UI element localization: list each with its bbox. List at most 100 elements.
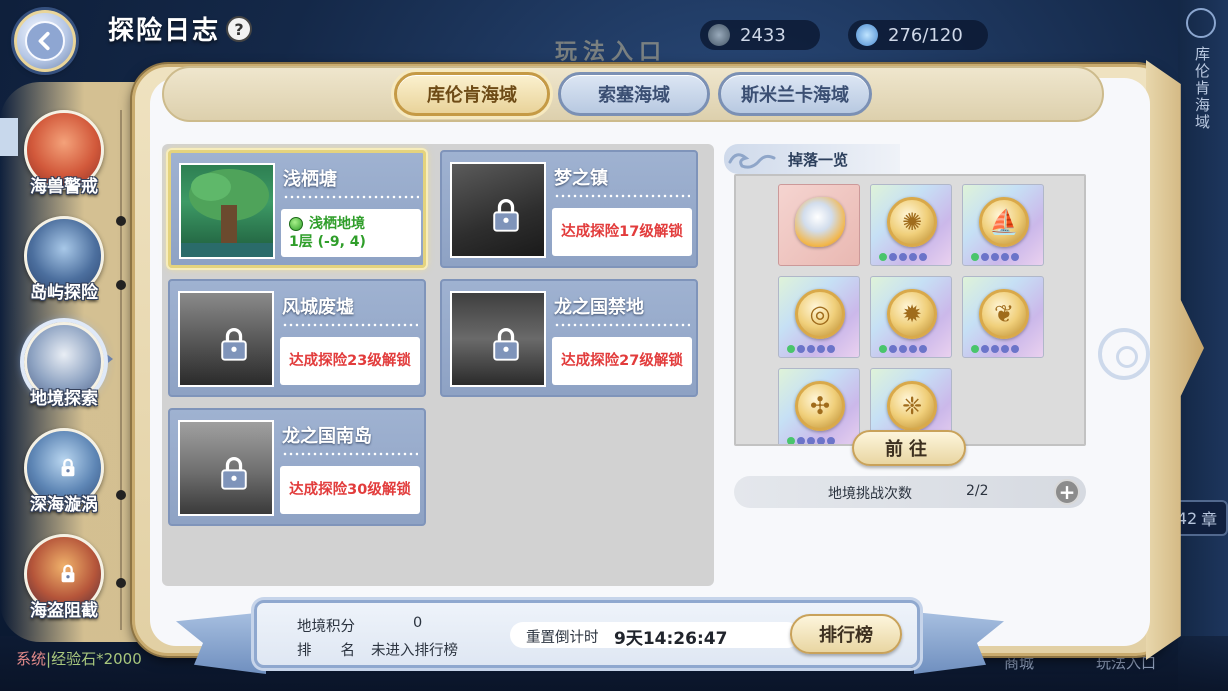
lock-icon — [493, 199, 519, 232]
sidebar-dot — [116, 216, 126, 226]
sidebar-dot — [116, 578, 126, 588]
current-location-icon — [289, 217, 303, 231]
golden-orb-icon — [795, 197, 845, 247]
rank-value: 未进入排行榜 — [371, 643, 458, 659]
lock-icon — [221, 328, 247, 361]
sidebar-edge-marker — [0, 118, 18, 156]
lock-icon — [221, 457, 247, 490]
sidebar-item-label: 岛屿探险 — [30, 283, 98, 303]
map-thumbnail — [178, 291, 274, 387]
forest-tree-icon — [181, 169, 273, 257]
map-card-fengchengfeixu[interactable]: 风城废墟 达成探险23级解锁 — [168, 279, 426, 397]
drops-header: 掉落一览 — [724, 144, 900, 174]
map-thumbnail — [178, 420, 274, 516]
drops-grid: ✺ ⛵ ◎ ✹ ❦ ✣ ❈ — [734, 174, 1086, 446]
reset-label: 重置倒计时 — [526, 630, 599, 646]
lock-icon — [61, 458, 75, 477]
page-title: 探险日志 — [108, 16, 221, 46]
sidebar-item-label: 深海漩涡 — [30, 495, 98, 515]
compass-icon[interactable] — [1186, 8, 1216, 38]
unlock-requirement: 达成探险23级解锁 — [280, 337, 420, 385]
drop-item-cross-coin[interactable]: ✣ — [778, 368, 860, 444]
map-thumbnail — [179, 163, 275, 259]
score-label: 地境积分 — [297, 619, 355, 635]
chat-line[interactable]: 系统|经验石*2000 — [16, 648, 142, 669]
rarity-pips — [971, 253, 1019, 261]
divider — [554, 323, 690, 327]
tab-suosai-sea[interactable]: 索塞海域 — [558, 72, 710, 116]
divider — [282, 452, 418, 456]
rarity-pips — [787, 345, 835, 353]
drop-item-beast-coin[interactable]: ✹ — [870, 276, 952, 358]
sidebar-item-island[interactable]: 岛屿探险 — [18, 216, 110, 316]
rarity-pips — [879, 253, 927, 261]
energy-resource[interactable]: 276/120 — [848, 20, 988, 50]
sidebar-track — [120, 110, 122, 630]
map-name: 梦之镇 — [554, 168, 608, 189]
map-card-qianqitang[interactable]: 浅栖塘 浅栖地境 1层 (-9, 4) — [168, 150, 426, 268]
challenge-value: 2/2 — [966, 483, 989, 499]
back-button[interactable] — [14, 10, 76, 72]
energy-icon — [856, 24, 878, 46]
map-card-longzhiguonandao[interactable]: 龙之国南岛 达成探险30级解锁 — [168, 408, 426, 526]
help-button[interactable]: ? — [226, 16, 252, 42]
drop-item-golden-orb[interactable] — [778, 184, 860, 266]
crest-coin-icon: ❦ — [979, 289, 1029, 339]
drop-item-crest-coin[interactable]: ❦ — [962, 276, 1044, 358]
map-name: 风城废墟 — [282, 297, 354, 318]
helm-icon — [1098, 328, 1150, 380]
lock-icon — [493, 328, 519, 361]
gold-resource[interactable]: 2433 — [700, 20, 820, 50]
chat-prefix: 系统 — [16, 650, 47, 668]
map-thumbnail — [450, 162, 546, 258]
map-card-mengzhizhen[interactable]: 梦之镇 达成探险17级解锁 — [440, 150, 698, 268]
map-position: 1层 (-9, 4) — [289, 234, 366, 250]
map-thumbnail — [450, 291, 546, 387]
map-card-longzhiguojindi[interactable]: 龙之国禁地 达成探险27级解锁 — [440, 279, 698, 397]
sidebar-dot — [116, 490, 126, 500]
leaderboard-button[interactable]: 排行榜 — [790, 614, 902, 654]
rarity-pips — [787, 437, 835, 444]
unlock-requirement: 达成探险27级解锁 — [552, 337, 692, 385]
right-rail-label: 库伦肯海域 — [1193, 46, 1211, 131]
goto-button[interactable]: 前往 — [852, 430, 966, 466]
sidebar-item-sea-beast[interactable]: 海兽警戒 — [18, 110, 110, 210]
unlock-requirement: 达成探险17级解锁 — [552, 208, 692, 256]
drop-item-ship-coin[interactable]: ⛵ — [962, 184, 1044, 266]
map-name: 龙之国禁地 — [554, 297, 644, 318]
reset-countdown: 重置倒计时 9天14:26:47 — [510, 622, 800, 649]
map-current-info: 浅栖地境 1层 (-9, 4) — [281, 209, 421, 257]
lock-icon — [61, 564, 75, 583]
sidebar-item-pirate[interactable]: 海盗阻截 — [18, 534, 110, 634]
sidebar-item-whirlpool[interactable]: 深海漩涡 — [18, 428, 110, 528]
wave-swirl-icon — [728, 153, 776, 169]
back-arrow-icon — [25, 21, 65, 61]
drop-item-swirl-coin[interactable]: ◎ — [778, 276, 860, 358]
beast-coin-icon: ✹ — [887, 289, 937, 339]
ship-coin-icon: ⛵ — [979, 197, 1029, 247]
coin-icon — [708, 24, 730, 46]
swirl-coin-icon: ◎ — [795, 289, 845, 339]
sidebar-item-label: 地境探索 — [30, 389, 98, 409]
sidebar-item-terrain[interactable]: 地境探索 — [18, 322, 110, 422]
energy-amount: 276/120 — [888, 24, 963, 46]
drops-title: 掉落一览 — [788, 151, 849, 169]
cross-coin-icon: ✣ — [795, 381, 845, 431]
tab-similanka-sea[interactable]: 斯米兰卡海域 — [718, 72, 872, 116]
score-value: 0 — [413, 615, 423, 631]
add-challenge-button[interactable]: + — [1054, 479, 1080, 505]
sidebar-item-label: 海兽警戒 — [30, 177, 98, 197]
sidebar-item-label: 海盗阻截 — [30, 601, 98, 621]
challenge-label: 地境挑战次数 — [828, 486, 912, 502]
map-name: 浅栖塘 — [283, 169, 337, 190]
rune-coin-icon: ❈ — [887, 381, 937, 431]
map-area-name: 浅栖地境 — [309, 216, 365, 232]
tab-kulunken-sea[interactable]: 库伦肯海域 — [394, 72, 550, 116]
map-name: 龙之国南岛 — [282, 426, 372, 447]
chapter-suffix: 章 — [1201, 510, 1218, 529]
drop-item-sun-coin[interactable]: ✺ — [870, 184, 952, 266]
top-bar: 玩法入口 探险日志 ? 2433 276/120 — [0, 0, 1228, 72]
rank-label: 排 名 — [297, 643, 355, 659]
challenge-count-bar: 地境挑战次数 2/2 — [734, 476, 1086, 508]
gold-amount: 2433 — [740, 24, 786, 46]
